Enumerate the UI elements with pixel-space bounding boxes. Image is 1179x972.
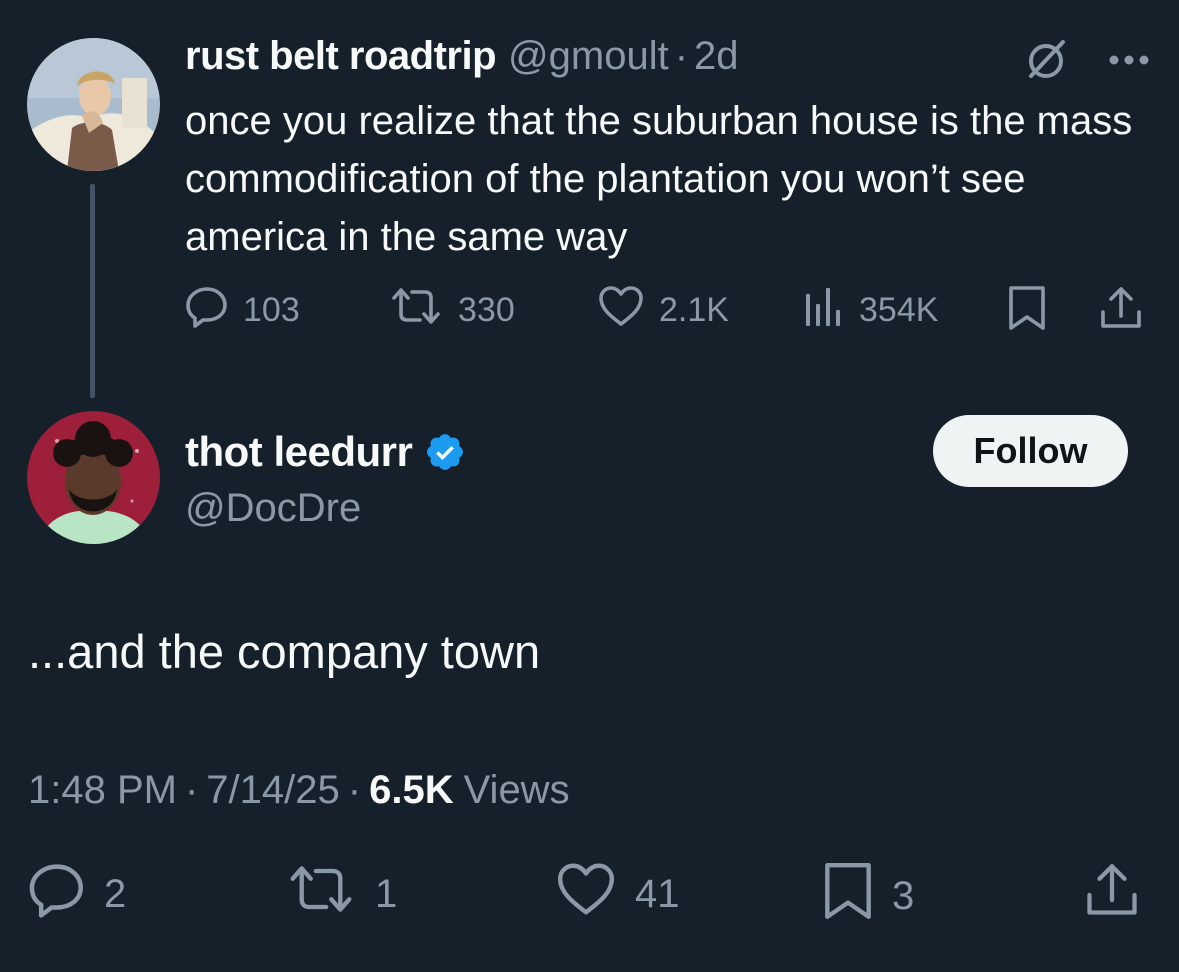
reply-views-count[interactable]: 6.5K [369,768,454,813]
reply-display-name-row: thot leedurr [185,428,466,476]
like-icon [555,860,617,928]
reply-button[interactable]: 103 [185,284,300,337]
original-time-ago[interactable]: 2d [694,34,739,79]
like-icon [597,284,645,337]
verified-badge-icon[interactable] [424,431,466,473]
like-button[interactable]: 41 [555,860,680,928]
follow-button[interactable]: Follow [933,415,1128,487]
original-tweet-top-icons [1023,36,1149,87]
bookmark-button[interactable] [1007,284,1047,341]
like-button[interactable]: 2.1K [597,284,729,337]
bookmark-icon [1007,284,1047,341]
header-separator: · [674,34,689,78]
meta-separator: · [347,768,362,812]
views-button[interactable]: 354K [803,284,938,337]
grok-icon[interactable] [1023,36,1069,87]
original-handle[interactable]: @gmoult [508,34,669,79]
original-tweet-text: once you realize that the suburban house… [185,99,1133,259]
repost-icon [285,860,357,928]
repost-button[interactable]: 330 [388,284,515,337]
avatar-docdre[interactable] [27,411,160,544]
reply-display-name[interactable]: thot leedurr [185,428,413,476]
share-button[interactable] [1099,284,1143,341]
reply-tweet-actions: 2 1 41 3 [0,860,1179,924]
avatar-gmoult[interactable] [27,38,160,171]
repost-icon [388,284,444,337]
reply-icon [28,860,86,928]
repost-count: 1 [375,871,398,916]
more-icon[interactable] [1109,53,1149,71]
bookmark-count: 3 [892,873,915,918]
reply-icon [185,284,229,337]
share-icon [1099,284,1143,341]
like-count: 2.1K [659,291,729,329]
reply-timestamp-date[interactable]: 7/14/25 [206,768,339,813]
views-count: 354K [859,291,939,329]
reply-button[interactable]: 2 [28,860,126,928]
repost-count: 330 [458,291,515,329]
reply-count: 2 [104,871,127,916]
reply-tweet-text: ...and the company town [28,625,541,678]
bookmark-button[interactable]: 3 [822,860,914,932]
repost-button[interactable]: 1 [285,860,397,928]
thread-connector-line [90,184,95,398]
original-tweet-actions: 103 330 2.1K 354K [185,284,1145,332]
reply-handle[interactable]: @DocDre [185,486,361,531]
reply-timestamp-time[interactable]: 1:48 PM [28,768,177,813]
original-display-name[interactable]: rust belt roadtrip [185,34,497,79]
share-button[interactable] [1084,860,1140,930]
original-tweet-header: rust belt roadtrip @gmoult · 2d [185,34,739,79]
reply-views-label: Views [463,768,570,812]
views-icon [803,284,845,337]
meta-separator: · [184,768,199,812]
bookmark-icon [822,860,874,932]
reply-timestamp-row: 1:48 PM · 7/14/25 · 6.5K Views [28,768,570,813]
reply-count: 103 [243,291,300,329]
share-icon [1084,860,1140,930]
like-count: 41 [635,871,680,916]
